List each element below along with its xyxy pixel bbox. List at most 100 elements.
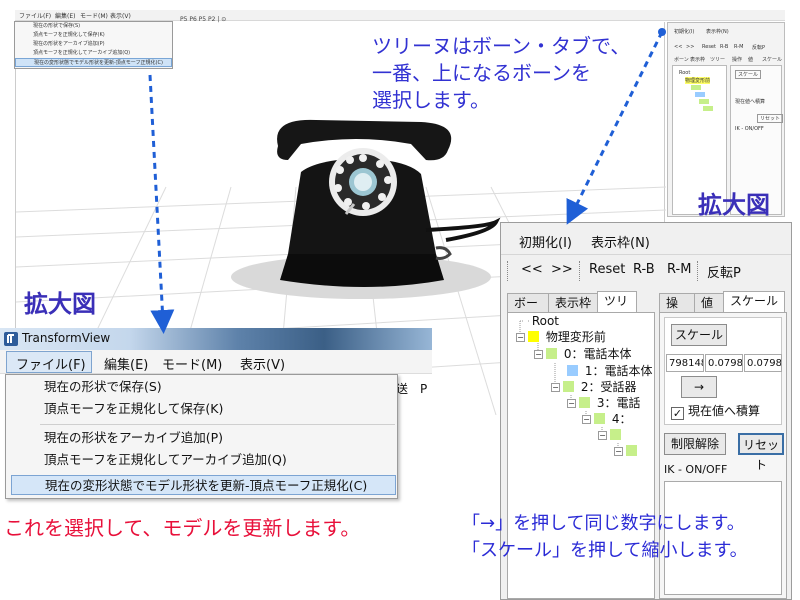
scale-y-field[interactable]: 0.0798	[705, 354, 743, 372]
bg-menu-edit[interactable]: 編集(E)	[55, 11, 75, 20]
collapse-icon[interactable]: −	[582, 415, 591, 424]
rm-button[interactable]: R-M	[667, 262, 691, 277]
bg-dropdown-item[interactable]: 頂点モーフを正規化して保存(K)	[15, 31, 172, 40]
tab-value[interactable]: 値	[694, 293, 724, 313]
collapse-icon[interactable]: −	[614, 447, 623, 456]
collapse-icon[interactable]: −	[598, 431, 607, 440]
reset-button[interactable]: リセット	[738, 433, 784, 472]
tree-node-label: 0：電話本体	[563, 347, 632, 361]
tree-node-color	[610, 429, 621, 440]
screenshot-composite: ファイル(F) 編集(E) モード(M) 表示(V) P5 P6 P5 P2 |…	[0, 0, 800, 600]
accumulate-label: 現在値へ積算	[688, 404, 761, 418]
tree-node-label: 2：受話器	[580, 380, 637, 394]
bg-next-button[interactable]: >>	[686, 44, 694, 50]
scale-button[interactable]: スケール	[671, 324, 727, 346]
bg-prev-button[interactable]: <<	[674, 44, 682, 50]
apply-arrow-button[interactable]: →	[681, 376, 717, 398]
tab-bone[interactable]: ボーン	[507, 293, 549, 328]
tree-node-root[interactable]: Root	[524, 313, 559, 329]
tree-node-color	[594, 413, 605, 424]
tree-node-phone-3[interactable]: − 3：電話	[567, 395, 640, 411]
scale-x-field[interactable]: 798148	[666, 354, 704, 372]
tree-node-receiver[interactable]: − 2：受話器	[551, 379, 636, 395]
bg-menu-file[interactable]: ファイル(F)	[19, 11, 51, 20]
bg-scale-button[interactable]: スケール	[735, 70, 762, 79]
bg-tab-value[interactable]: 値	[748, 56, 753, 63]
menu-item-archive-normalized[interactable]: 頂点モーフを正規化してアーカイブ追加(Q)	[44, 450, 287, 470]
tree-node-physics[interactable]: − 物理変形前	[516, 329, 606, 345]
tree-node-body-2[interactable]: 1：電話本体	[564, 363, 652, 379]
collapse-icon[interactable]: −	[567, 399, 576, 408]
limit-release-button[interactable]: 制限解除	[664, 433, 726, 455]
scale-z-field[interactable]: 0.0798	[744, 354, 782, 372]
menu-item-archive-current[interactable]: 現在の形状をアーカイブ追加(P)	[44, 428, 223, 448]
collapse-icon[interactable]: −	[516, 333, 525, 342]
tab-operation[interactable]: 操作	[659, 293, 695, 328]
bg-tree-node[interactable]	[703, 106, 713, 111]
tree-node-6[interactable]: −	[614, 443, 640, 459]
tree-node-label: 4：	[611, 412, 632, 426]
bg-tree-node[interactable]	[695, 92, 705, 97]
window-titlebar[interactable]: TransformView	[0, 328, 432, 350]
tree-node-5[interactable]: −	[598, 427, 624, 443]
bg-tree-node[interactable]	[691, 85, 701, 90]
toolbar-separator	[697, 261, 698, 281]
menu-item-update-model-shape[interactable]: 現在の変形状態でモデル形状を更新-頂点モーフ正規化(C)	[11, 475, 396, 495]
menu-file[interactable]: ファイル(F)	[16, 354, 86, 373]
flip-p-button[interactable]: 反転P	[707, 262, 741, 281]
bg-flip-button[interactable]: 反転P	[752, 44, 765, 51]
next-button[interactable]: >>	[551, 262, 573, 277]
bg-tab-tree[interactable]: ツリー	[710, 56, 725, 63]
accumulate-checkbox[interactable]: ✓ 現在値へ積算	[671, 402, 760, 420]
bg-reset-button[interactable]: Reset	[702, 44, 716, 50]
prev-button[interactable]: <<	[521, 262, 543, 277]
checkbox-checked-icon[interactable]: ✓	[671, 407, 684, 420]
bg-tab-bone[interactable]: ボーン	[674, 56, 689, 63]
toolbar-separator	[507, 261, 508, 281]
zoom-label-left: 拡大図	[24, 289, 96, 318]
bg-reset-button-2[interactable]: リセット	[757, 114, 784, 123]
bg-dropdown-item[interactable]: 頂点モーフを正規化してアーカイブ追加(Q)	[15, 49, 172, 58]
note-line: 「スケール」を押して縮小します。	[462, 540, 748, 561]
bg-menu-view[interactable]: 表示(V)	[110, 11, 131, 20]
bg-menu-mode[interactable]: モード(M)	[80, 11, 108, 20]
bg-tree-node[interactable]	[699, 99, 709, 104]
bg-tab-operation[interactable]: 操作	[732, 56, 742, 63]
bg-rb-button[interactable]: R-B	[720, 44, 728, 50]
panel-menubar: 初期化(I) 表示枠(N)	[501, 223, 791, 255]
menu-initialize[interactable]: 初期化(I)	[519, 232, 572, 251]
tab-display-frame[interactable]: 表示枠	[548, 293, 598, 313]
panel-toolbar: << >> Reset R-B R-M 反転P	[501, 257, 791, 285]
bg-rm-button[interactable]: R-M	[734, 44, 743, 50]
rb-button[interactable]: R-B	[633, 262, 655, 277]
tree-node-color	[563, 381, 574, 392]
file-menu-dropdown: 現在の形状で保存(S) 頂点モーフを正規化して保存(K) 現在の形状をアーカイブ…	[5, 374, 398, 499]
bg-accum-checkbox[interactable]: 現在値へ積算	[735, 98, 765, 105]
bg-tab-scale[interactable]: スケール	[762, 56, 782, 63]
menu-display-frame[interactable]: 表示枠(N)	[591, 232, 650, 251]
tab-tree[interactable]: ツリー	[597, 291, 637, 326]
menu-view[interactable]: 表示(V)	[240, 354, 285, 373]
zoom-label-right: 拡大図	[698, 190, 770, 219]
bg-tree-item[interactable]: 物理変形前	[685, 77, 711, 84]
menu-item-save-normalized[interactable]: 頂点モーフを正規化して保存(K)	[44, 399, 223, 419]
tree-node-body[interactable]: − 0：電話本体	[534, 346, 631, 362]
bg-dropdown-item[interactable]: 現在の形状をアーカイブ追加(P)	[15, 40, 172, 49]
tree-node-4[interactable]: − 4：	[582, 411, 631, 427]
reset-toolbar-button[interactable]: Reset	[589, 262, 625, 277]
bg-dropdown-item[interactable]: 現在の形状で保存(S)	[15, 22, 172, 31]
tree-node-color	[579, 397, 590, 408]
bg-tree-root[interactable]: Root	[679, 70, 690, 76]
bg-dropdown-item-highlighted[interactable]: 現在の変形状態でモデル形状を更新-頂点モーフ正規化(C)	[15, 58, 172, 67]
menu-mode[interactable]: モード(M)	[162, 354, 222, 373]
collapse-icon[interactable]: −	[551, 383, 560, 392]
collapse-icon[interactable]: −	[534, 350, 543, 359]
bg-tab-display-frame[interactable]: 表示枠	[690, 56, 705, 63]
tab-scale[interactable]: スケール	[723, 291, 785, 313]
bg-menu-init[interactable]: 初期化(I)	[674, 28, 694, 35]
menu-item-save-current[interactable]: 現在の形状で保存(S)	[44, 377, 162, 397]
bg-menu-display-frame[interactable]: 表示枠(N)	[706, 28, 729, 35]
tree-node-color	[567, 365, 578, 376]
bg-ik-label: IK - ON/OFF	[735, 126, 764, 132]
menu-edit[interactable]: 編集(E)	[104, 354, 148, 373]
